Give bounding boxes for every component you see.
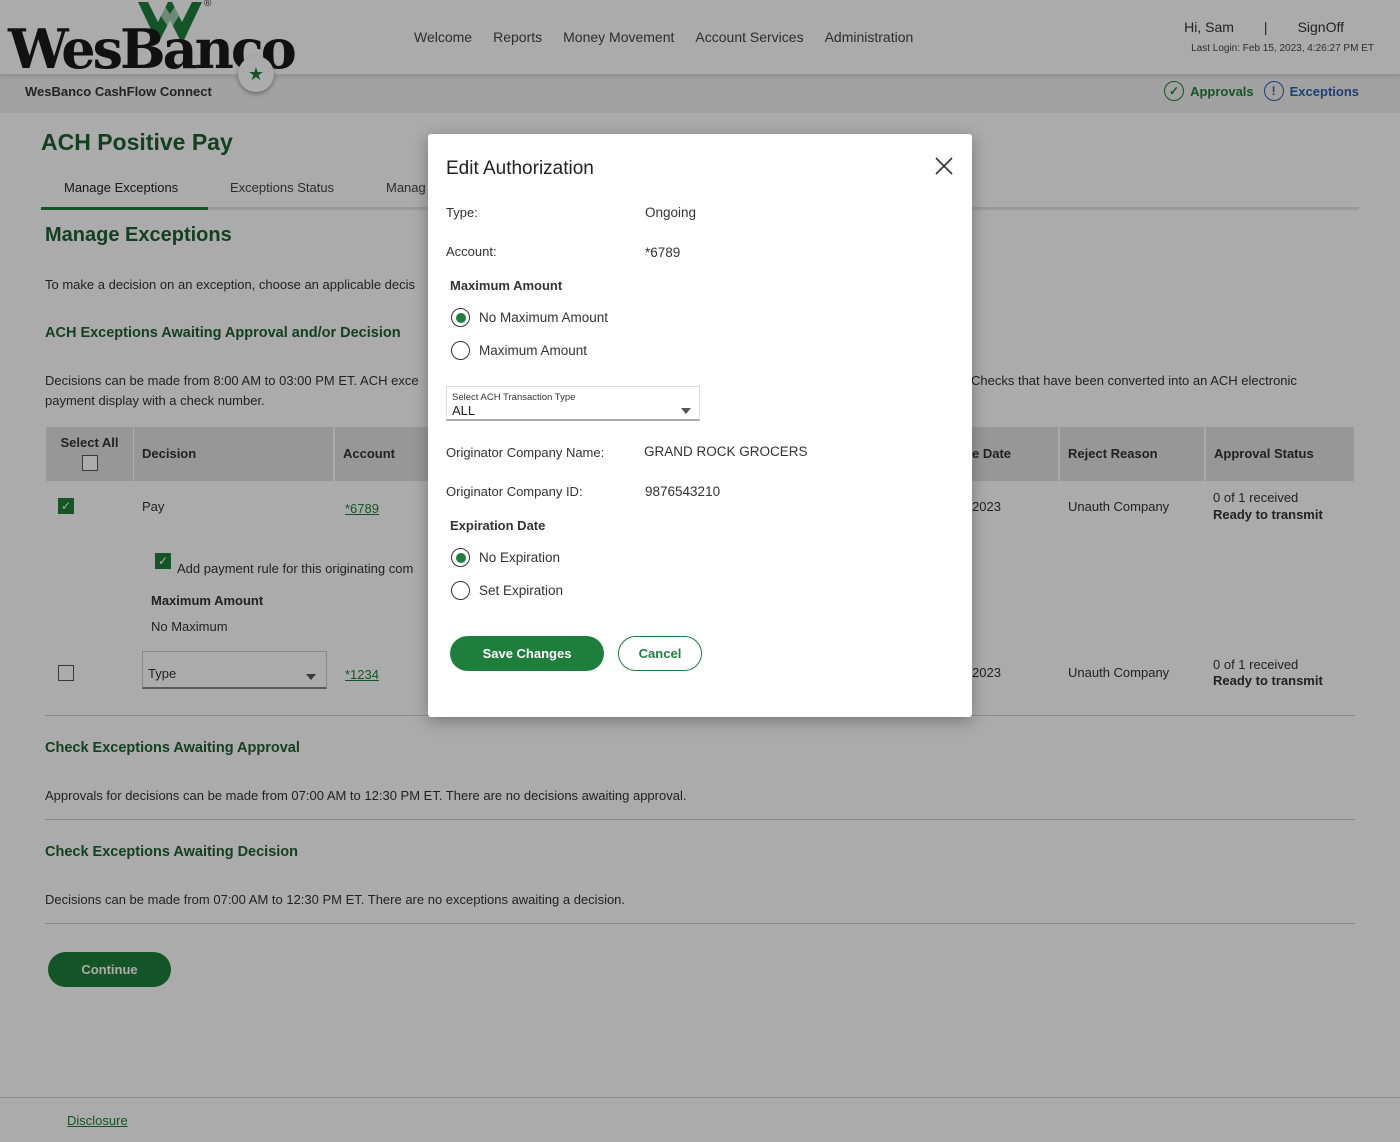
chevron-down-icon: [681, 408, 691, 414]
type-value: Ongoing: [645, 205, 697, 220]
expiration-heading: Expiration Date: [450, 518, 546, 533]
radio-no-expiration-label: No Expiration: [479, 550, 561, 565]
radio-no-expiration[interactable]: No Expiration: [451, 548, 560, 567]
account-value: *6789: [645, 245, 681, 260]
cancel-button[interactable]: Cancel: [618, 636, 702, 671]
radio-button[interactable]: [451, 341, 470, 360]
account-label: Account:: [446, 244, 497, 259]
close-icon[interactable]: [934, 156, 954, 176]
radio-button[interactable]: [451, 581, 470, 600]
originator-id-value: 9876543210: [645, 484, 721, 499]
originator-name-label: Originator Company Name:: [446, 445, 605, 460]
originator-id-label: Originator Company ID:: [446, 484, 583, 499]
radio-maximum-amount[interactable]: Maximum Amount: [451, 341, 587, 360]
originator-name-value: GRAND ROCK GROCERS: [644, 444, 808, 459]
ach-type-value: ALL: [452, 403, 476, 418]
ach-transaction-type-select[interactable]: Select ACH Transaction Type ALL: [446, 386, 700, 421]
ach-type-label: Select ACH Transaction Type: [452, 392, 576, 403]
modal-title: Edit Authorization: [446, 158, 594, 179]
radio-no-maximum[interactable]: No Maximum Amount: [451, 308, 608, 327]
max-amount-heading: Maximum Amount: [450, 278, 563, 293]
radio-no-maximum-label: No Maximum Amount: [479, 310, 609, 325]
save-changes-button[interactable]: Save Changes: [450, 636, 604, 671]
type-label: Type:: [446, 205, 478, 220]
radio-button[interactable]: [451, 308, 470, 327]
radio-maximum-amount-label: Maximum Amount: [479, 343, 588, 358]
radio-set-expiration-label: Set Expiration: [479, 583, 564, 598]
radio-button[interactable]: [451, 548, 470, 567]
edit-authorization-modal: Edit Authorization Type: Ongoing Account…: [428, 134, 972, 717]
radio-set-expiration[interactable]: Set Expiration: [451, 581, 563, 600]
